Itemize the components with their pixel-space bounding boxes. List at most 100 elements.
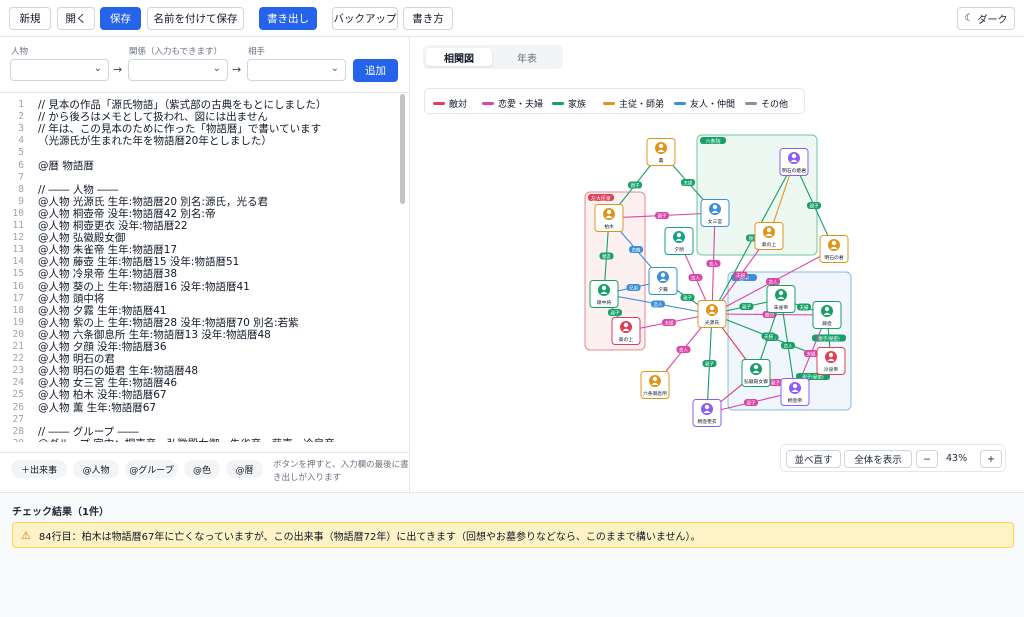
relation-select[interactable]: ⌄ xyxy=(128,59,228,81)
legend-item: 敵対 xyxy=(433,97,467,110)
export-button[interactable]: 書き出し xyxy=(259,7,317,30)
edge-label: 恋人 xyxy=(709,261,718,268)
line-number: 5 xyxy=(18,147,24,159)
add-relation-button[interactable]: 追加 xyxy=(353,59,398,82)
zoom-out-button[interactable]: − xyxy=(916,450,938,468)
line-number: 9 xyxy=(18,195,24,207)
relationship-graph[interactable]: 六条院左大臣家宮中親子 夫婦親子親子恋敵親友恋人夫婦親子恋人親子兄弟恋人恋人親子夫… xyxy=(580,130,880,430)
edge-label: 親子 xyxy=(747,400,756,407)
code-editor[interactable]: 1 2 3 4 5 6 7 8 9 10 11 12 13 14 15 16 17 18 19 20 21 22 23 24 2… xyxy=(0,92,410,442)
line-number: 27 xyxy=(12,413,24,425)
person-head-icon xyxy=(709,305,715,311)
check-results-title: チェック結果（1件） xyxy=(12,507,109,518)
code-line[interactable]: @人物 明石の君 xyxy=(38,353,115,365)
person-name: 明石の姫君 xyxy=(782,167,806,174)
dark-mode-button[interactable]: ☾ ダーク xyxy=(957,7,1015,30)
tab-timeline[interactable]: 年表 xyxy=(494,48,560,66)
person-name: 夕顔 xyxy=(674,246,684,253)
new-button[interactable]: 新規 xyxy=(9,7,51,30)
save-as-button[interactable]: 名前を付けて保存 xyxy=(147,7,244,30)
code-line[interactable]: @人物 夕霧 生年:物語暦41 xyxy=(38,305,167,317)
person-name: 弘徽殿女御 xyxy=(744,378,768,385)
code-line[interactable]: @人物 桐壺帝 没年:物語暦42 別名:帝 xyxy=(38,208,215,220)
code-line[interactable]: （光源氏が生まれた年を物語暦20年としました） xyxy=(38,135,272,147)
legend-swatch xyxy=(482,102,494,105)
code-line[interactable]: @人物 薫 生年:物語暦67 xyxy=(38,402,156,414)
line-number: 19 xyxy=(12,316,24,328)
code-line[interactable]: @人物 六条御息所 生年:物語暦13 没年:物語暦48 xyxy=(38,329,271,341)
fit-all-button[interactable]: 全体を表示 xyxy=(844,450,912,468)
person-name: 六条御息所 xyxy=(643,390,667,397)
person-head-icon xyxy=(623,322,629,328)
person-head-icon xyxy=(792,383,798,389)
code-line[interactable]: @人物 朱雀帝 生年:物語暦17 xyxy=(38,244,177,256)
legend-swatch xyxy=(433,102,445,105)
zoom-in-button[interactable]: + xyxy=(980,450,1002,468)
partner-select[interactable]: ⌄ xyxy=(247,59,346,81)
line-number: 17 xyxy=(12,292,24,304)
person-head-icon xyxy=(676,232,682,238)
dark-mode-label: ダーク xyxy=(977,15,1008,26)
edge-label: 夫婦 xyxy=(807,351,816,358)
line-number: 22 xyxy=(12,353,24,365)
edge-label: 恋人 xyxy=(769,279,778,286)
insert-person-chip[interactable]: @人物 xyxy=(73,460,119,478)
line-number: 13 xyxy=(12,244,24,256)
line-number: 29 xyxy=(0,438,24,442)
code-line[interactable]: // 年は、この見本のために作った「物語暦」で書いています xyxy=(38,123,321,135)
person-head-icon xyxy=(766,227,772,233)
line-number: 20 xyxy=(12,328,24,340)
code-line[interactable]: @人物 明石の姫君 生年:物語暦48 xyxy=(38,365,198,377)
person-name: 柏木 xyxy=(604,223,614,230)
code-line[interactable]: @人物 藤壺 生年:物語暦15 没年:物語暦51 xyxy=(38,256,239,268)
code-line[interactable]: @人物 冷泉帝 生年:物語暦38 xyxy=(38,268,177,280)
edge-label: 夫婦 xyxy=(800,304,809,311)
line-number: 3 xyxy=(18,123,24,135)
legend-item: 友人・仲間 xyxy=(674,97,735,110)
syntax-help-button[interactable]: 書き方 xyxy=(403,7,453,30)
person-name: 明石の君 xyxy=(824,255,843,261)
warning-icon: ⚠ xyxy=(21,528,31,542)
code-line[interactable]: @グループ 宮中：桐壺帝，弘徽殿女御，朱雀帝，藤壺，冷泉帝 xyxy=(38,438,335,442)
line-number: 14 xyxy=(12,256,24,268)
code-line[interactable]: @暦 物語暦 xyxy=(38,160,94,172)
editor-scrollbar[interactable] xyxy=(400,94,405,204)
code-line[interactable]: @人物 夕顔 没年:物語暦36 xyxy=(38,341,167,353)
open-button[interactable]: 開く xyxy=(57,7,95,30)
line-number: 25 xyxy=(12,389,24,401)
code-line[interactable]: // から後ろはメモとして扱われ、図には出ません xyxy=(38,111,268,123)
person-select[interactable]: ⌄ xyxy=(10,59,109,81)
relayout-button[interactable]: 並べ直す xyxy=(786,450,841,468)
code-line[interactable]: @人物 葵の上 生年:物語暦16 没年:物語暦41 xyxy=(38,281,250,293)
code-line[interactable]: // ―― 人物 ―― xyxy=(38,184,118,196)
code-line[interactable]: @人物 弘徽殿女御 xyxy=(38,232,125,244)
code-line[interactable]: @人物 柏木 没年:物語暦67 xyxy=(38,389,167,401)
legend-item: 恋愛・夫婦 xyxy=(482,97,543,110)
code-line[interactable]: // 見本の作品「源氏物語」（紫式部の古典をもとにしました） xyxy=(38,99,326,111)
edge-label: 親子 xyxy=(810,203,819,210)
person-name: 薫 xyxy=(659,157,664,164)
zoom-level: 43% xyxy=(946,453,968,464)
insert-color-chip[interactable]: @色 xyxy=(184,460,220,478)
code-line[interactable]: // ―― グループ ―― xyxy=(38,426,138,438)
partner-label: 相手 xyxy=(248,47,266,57)
code-line[interactable]: @人物 光源氏 生年:物語暦20 別名:源氏，光る君 xyxy=(38,196,268,208)
chevron-down-icon: ⌄ xyxy=(212,63,221,74)
backup-button[interactable]: バックアップ xyxy=(332,7,398,30)
code-line[interactable]: @人物 紫の上 生年:物語暦28 没年:物語暦70 別名:若紫 xyxy=(38,317,299,329)
insert-event-chip[interactable]: ＋出来事 xyxy=(11,460,67,478)
code-line[interactable]: @人物 桐壺更衣 没年:物語暦22 xyxy=(38,220,188,232)
code-line[interactable]: @人物 女三宮 生年:物語暦46 xyxy=(38,377,177,389)
insert-group-chip[interactable]: @グループ xyxy=(125,460,178,478)
code-line[interactable]: @人物 頭中将 xyxy=(38,293,104,305)
warning-message[interactable]: ⚠ 84行目：柏木は物語暦67年に亡くなっていますが、この出来事（物語暦72年）… xyxy=(12,522,1014,548)
line-number: 16 xyxy=(12,280,24,292)
edge-label: 親子 xyxy=(742,304,751,311)
insert-calendar-chip[interactable]: @暦 xyxy=(226,460,263,478)
line-number: 1 xyxy=(18,99,24,110)
save-button[interactable]: 保存 xyxy=(100,7,141,30)
edge-label: 親子 xyxy=(705,361,714,368)
edge-label: 親子 xyxy=(631,182,640,189)
tab-graph[interactable]: 相関図 xyxy=(426,48,492,66)
person-name: 桐壺更衣 xyxy=(697,418,716,425)
